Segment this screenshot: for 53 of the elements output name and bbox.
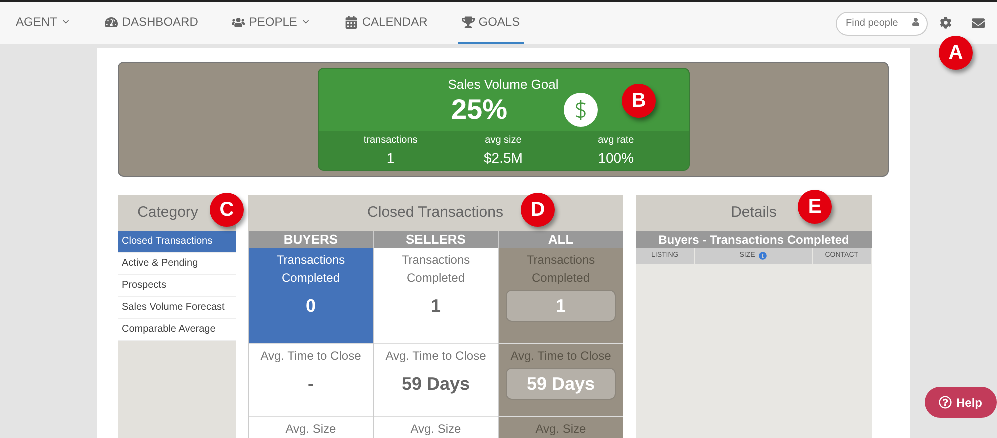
trophy-icon [462,16,475,28]
stat-label: Avg. Time to Close [384,348,488,365]
stat-label: avg rate [598,134,634,148]
person-icon [912,18,920,26]
category-item[interactable]: Closed Transactions [118,231,236,253]
column-header: BUYERS [249,231,373,248]
column-header: ALL [499,231,623,248]
stat-label: transactions [364,134,418,148]
category-item[interactable]: Sales Volume Forecast [118,297,236,319]
panel-title: Closed Transactions [368,202,504,223]
info-icon[interactable] [759,252,768,260]
gauge-icon [105,16,118,28]
category-item[interactable]: Comparable Average [118,319,236,341]
stat-label: Transactions Completed [400,252,472,287]
stat-value: 1 [430,295,441,318]
stat-value: - [308,373,314,396]
nav-tab[interactable]: PEOPLE [228,2,316,44]
value-pill: 1 [506,290,616,322]
stat-label: Transactions Completed [276,252,346,287]
stat-label: Avg. Time to Close [510,348,612,365]
help-button[interactable]: Help [925,387,997,418]
panel-title: Category [138,202,198,223]
stat-label: Transactions Completed [526,252,596,287]
nav-tab[interactable]: GOALS [458,2,524,44]
stat-value: 100% [598,148,634,168]
nav-tab[interactable]: DASHBOARD [101,2,202,44]
callout-marker: A [939,36,973,70]
stat-value: 59 Days [402,373,470,396]
people-icon [232,16,246,28]
category-item[interactable]: Prospects [118,275,236,297]
goal-percent: 25% [451,96,508,124]
stat-value: $2.5M [484,148,523,168]
mail-icon[interactable] [972,16,985,30]
panel-title: Details [731,202,777,223]
stat-label: Avg. Time to Close [260,348,362,365]
stat-label: Avg. Size [534,421,588,438]
goal-title: Sales Volume Goal [448,76,559,94]
stat-value: 1 [386,148,395,168]
column-header: SELLERS [374,231,498,248]
stat-value: 0 [306,295,316,318]
nav-tab[interactable]: CALENDAR [341,2,432,44]
dollar-icon [564,93,598,127]
search-field[interactable]: Find people [836,12,928,36]
settings-icon[interactable] [940,17,952,29]
stat-label: avg size [485,134,522,148]
stat-label: Avg. Size [410,421,462,438]
calendar-icon [345,16,358,28]
value-pill: 59 Days [506,368,616,400]
details-subtitle: Buyers - Transactions Completed [636,231,872,248]
category-item[interactable]: Active & Pending [118,253,236,275]
stat-label: Avg. Size [284,421,338,438]
help-icon [939,396,952,409]
nav-tab[interactable]: AGENT [12,2,76,44]
